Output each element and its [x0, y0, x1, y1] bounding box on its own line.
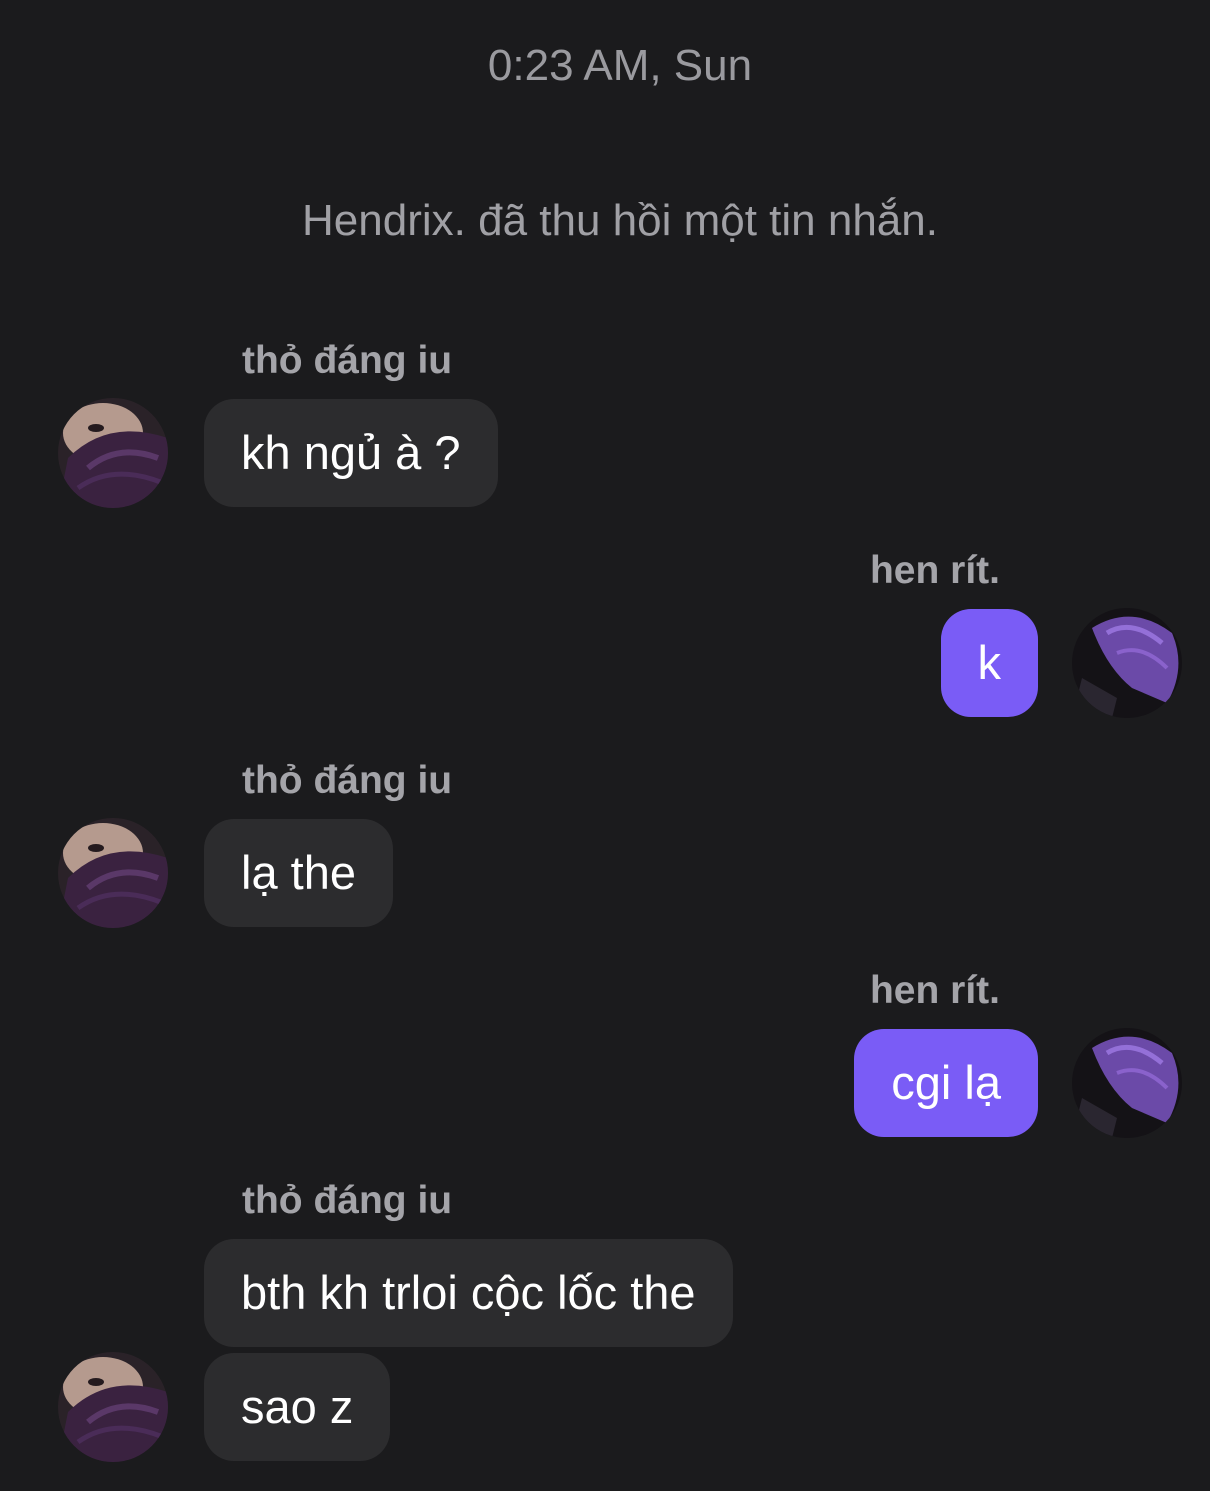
user-avatar[interactable]	[1072, 1028, 1182, 1138]
contact-avatar[interactable]	[58, 818, 168, 928]
user-avatar[interactable]	[1072, 608, 1182, 718]
message-bubble-outgoing[interactable]: cgi lạ	[854, 1029, 1038, 1137]
message-bubble-outgoing[interactable]: k	[940, 609, 1038, 717]
contact-avatar[interactable]	[58, 1352, 168, 1462]
sender-name: thỏ đáng iu	[242, 759, 453, 802]
sender-name: thỏ đáng iu	[242, 1179, 453, 1222]
sender-name: hen rít.	[869, 969, 1000, 1012]
message-bubble-incoming[interactable]: bth kh trloi cộc lốc the	[204, 1239, 733, 1347]
sender-name: thỏ đáng iu	[242, 339, 453, 382]
contact-avatar[interactable]	[58, 398, 168, 508]
conversation-timestamp: 0:23 AM, Sun	[487, 41, 753, 90]
chat-screen: 0:23 AM, Sun Hendrix. đã thu hồi một tin…	[0, 0, 1210, 1491]
message-bubble-incoming[interactable]: sao z	[204, 1353, 391, 1461]
unsent-message-notice: Hendrix. đã thu hồi một tin nhắn.	[302, 196, 938, 245]
message-bubble-incoming[interactable]: kh ngủ à ?	[204, 399, 498, 507]
sender-name: hen rít.	[869, 549, 1000, 592]
message-bubble-incoming[interactable]: lạ the	[204, 819, 393, 927]
